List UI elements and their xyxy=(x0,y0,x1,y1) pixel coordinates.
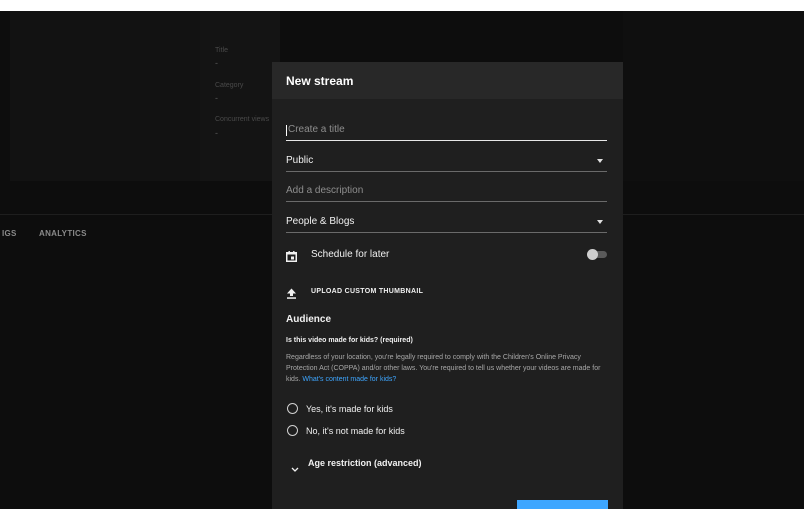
studio-screen: Title - Category - Concurrent views - IG… xyxy=(0,11,804,509)
radio-label-yes: Yes, it's made for kids xyxy=(306,403,393,414)
chevron-down-icon xyxy=(291,460,299,472)
radio-label-no: No, it's not made for kids xyxy=(306,425,405,436)
toggle-thumb xyxy=(587,248,598,260)
dropdown-arrow-icon xyxy=(597,159,603,163)
title-placeholder: Create a title xyxy=(288,124,345,135)
schedule-toggle[interactable] xyxy=(587,248,607,260)
description-input[interactable]: Add a description xyxy=(286,172,607,202)
audience-heading: Audience xyxy=(286,314,332,325)
new-stream-dialog: New stream Create a title Public Add a d… xyxy=(272,62,623,509)
schedule-label: Schedule for later xyxy=(311,248,390,260)
radio-button[interactable] xyxy=(287,425,298,436)
right-panel xyxy=(623,11,804,181)
info-value-category: - xyxy=(215,93,218,103)
coppa-help-link[interactable]: What's content made for kids? xyxy=(302,376,396,383)
schedule-row[interactable]: Schedule for later xyxy=(286,247,607,262)
title-input[interactable]: Create a title xyxy=(286,110,607,141)
radio-made-for-kids[interactable]: Yes, it's made for kids xyxy=(287,403,393,414)
info-label-category: Category xyxy=(215,82,244,89)
age-restriction-label: Age restriction (advanced) xyxy=(308,458,422,468)
dialog-header: New stream xyxy=(272,62,623,99)
audience-question: Is this video made for kids? (required) xyxy=(286,337,413,344)
calendar-icon xyxy=(286,249,297,262)
radio-not-made-for-kids[interactable]: No, it's not made for kids xyxy=(287,425,405,436)
dropdown-arrow-icon xyxy=(597,220,603,224)
dialog-title: New stream xyxy=(286,73,354,88)
info-value-concurrent-views: - xyxy=(215,128,218,138)
description-placeholder: Add a description xyxy=(286,185,364,196)
upload-thumbnail-button[interactable]: UPLOAD CUSTOM THUMBNAIL xyxy=(286,284,607,299)
upload-thumbnail-label: UPLOAD CUSTOM THUMBNAIL xyxy=(311,287,424,295)
info-value-title: - xyxy=(215,58,218,68)
stream-info-panel xyxy=(200,11,280,181)
visibility-select[interactable]: Public xyxy=(286,141,607,172)
category-value: People & Blogs xyxy=(286,216,355,227)
tab-analytics[interactable]: ANALYTICS xyxy=(39,229,87,238)
category-select[interactable]: People & Blogs xyxy=(286,202,607,233)
video-preview-panel xyxy=(10,11,200,181)
tab-settings[interactable]: IGS xyxy=(2,229,17,238)
age-restriction-expander[interactable]: Age restriction (advanced) xyxy=(291,458,422,472)
upload-icon xyxy=(286,286,297,299)
visibility-value: Public xyxy=(286,155,314,166)
info-label-concurrent-views: Concurrent views xyxy=(215,116,270,123)
coppa-help-text: Regardless of your location, you're lega… xyxy=(286,352,611,385)
radio-button[interactable] xyxy=(287,403,298,414)
text-caret xyxy=(286,125,287,136)
info-label-title: Title xyxy=(215,47,228,54)
create-stream-button[interactable]: CREATE STREAM xyxy=(517,500,608,509)
